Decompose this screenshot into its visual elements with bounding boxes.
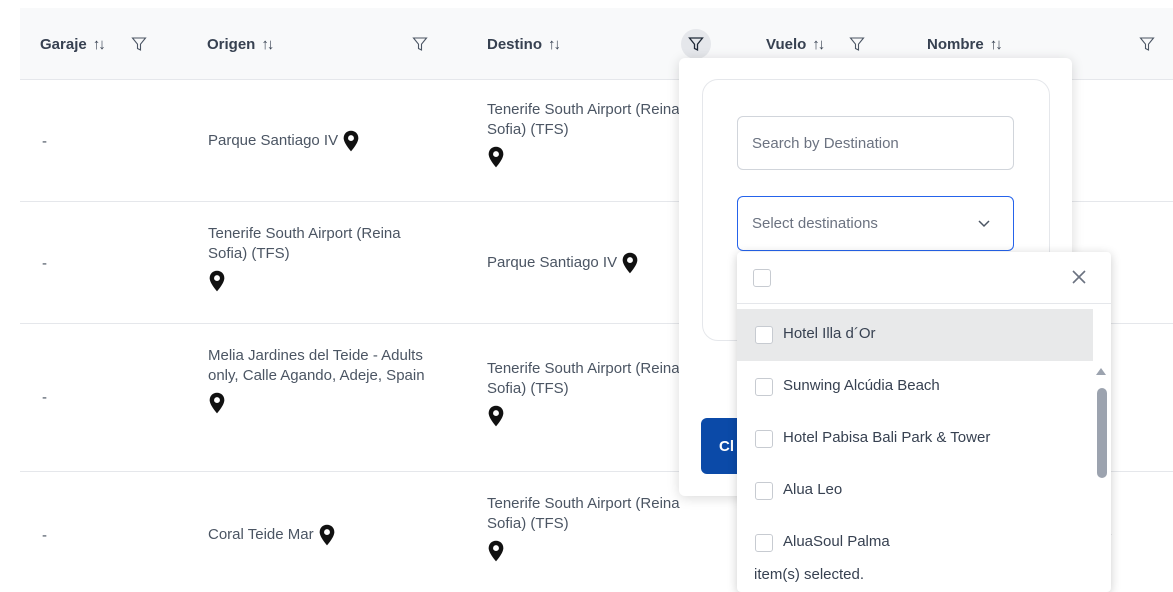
destinations-dropdown-panel: Hotel Illa d´Or Sunwing Alcúdia Beach Ho… (737, 252, 1111, 592)
map-pin-icon[interactable] (487, 540, 505, 562)
dropdown-option[interactable]: Alua Leo (737, 465, 1093, 517)
column-header-garaje[interactable]: Garaje ↑↓ (40, 8, 106, 80)
cell-destino: Tenerife South Airport (Reina Sofia) (TF… (487, 494, 687, 562)
option-label: Hotel Pabisa Bali Park & Tower (783, 429, 991, 446)
dropdown-option[interactable]: Hotel Illa d´Or (737, 309, 1093, 361)
column-header-origen[interactable]: Origen ↑↓ (207, 8, 274, 80)
destino-text: Tenerife South Airport (Reina Sofia) (TF… (487, 101, 680, 138)
scroll-up-arrow-icon[interactable] (1096, 368, 1106, 375)
cell-origen: Coral Teide Mar (208, 524, 428, 546)
select-all-checkbox[interactable] (753, 269, 771, 287)
filter-icon-garaje[interactable] (124, 29, 154, 59)
column-label-garaje: Garaje (40, 35, 87, 53)
option-checkbox[interactable] (755, 482, 773, 500)
column-label-origen: Origen (207, 35, 256, 53)
destino-text: Tenerife South Airport (Reina Sofia) (TF… (487, 495, 680, 532)
selection-count-text: item(s) selected. (754, 566, 865, 583)
map-pin-icon[interactable] (487, 146, 505, 168)
option-label: Alua Leo (783, 481, 843, 498)
option-label: Hotel Illa d´Or (783, 325, 876, 342)
map-pin-icon[interactable] (342, 130, 360, 152)
dropdown-scrollbar[interactable] (1093, 308, 1111, 592)
cell-destino: Parque Santiago IV (487, 252, 707, 274)
sort-icon[interactable]: ↑↓ (261, 36, 274, 53)
chevron-down-icon (977, 216, 991, 234)
column-header-destino[interactable]: Destino ↑↓ (487, 8, 561, 80)
map-pin-icon[interactable] (208, 270, 226, 292)
destination-search-input[interactable] (737, 116, 1014, 170)
option-checkbox[interactable] (755, 534, 773, 552)
sort-icon[interactable]: ↑↓ (812, 36, 825, 53)
multiselect-placeholder: Select destinations (752, 215, 878, 232)
origen-text: Parque Santiago IV (208, 131, 339, 149)
cell-origen: Parque Santiago IV (208, 130, 428, 152)
map-pin-icon[interactable] (208, 392, 226, 414)
cell-garaje: - (42, 133, 47, 150)
filter-icon-vuelo[interactable] (842, 29, 872, 59)
sort-icon[interactable]: ↑↓ (93, 36, 106, 53)
dropdown-option[interactable]: Sunwing Alcúdia Beach (737, 361, 1093, 413)
cell-origen: Tenerife South Airport (Reina Sofia) (TF… (208, 224, 408, 292)
filter-icon-nombre[interactable] (1132, 29, 1162, 59)
sort-icon[interactable]: ↑↓ (548, 36, 561, 53)
option-checkbox[interactable] (755, 326, 773, 344)
map-pin-icon[interactable] (318, 524, 336, 546)
destinations-multiselect[interactable]: Select destinations (737, 196, 1014, 251)
filter-icon-destino[interactable] (681, 29, 711, 59)
map-pin-icon[interactable] (621, 252, 639, 274)
cell-origen: Melia Jardines del Teide - Adults only, … (208, 346, 438, 414)
option-checkbox[interactable] (755, 378, 773, 396)
column-label-nombre: Nombre (927, 35, 984, 53)
dropdown-header (737, 252, 1111, 304)
origen-text: Tenerife South Airport (Reina Sofia) (TF… (208, 225, 401, 262)
cell-garaje: - (42, 255, 47, 272)
option-label: Sunwing Alcúdia Beach (783, 377, 940, 394)
dropdown-option[interactable]: Hotel Pabisa Bali Park & Tower (737, 413, 1093, 465)
cell-destino: Tenerife South Airport (Reina Sofia) (TF… (487, 359, 687, 427)
destino-text: Tenerife South Airport (Reina Sofia) (TF… (487, 360, 680, 397)
option-label: AluaSoul Palma (783, 533, 890, 550)
sort-icon[interactable]: ↑↓ (990, 36, 1003, 53)
cell-garaje: - (42, 389, 47, 406)
cell-garaje: - (42, 527, 47, 544)
filter-icon-origen[interactable] (405, 29, 435, 59)
destino-text: Parque Santiago IV (487, 253, 618, 271)
column-label-vuelo: Vuelo (766, 35, 807, 53)
option-checkbox[interactable] (755, 430, 773, 448)
scrollbar-thumb[interactable] (1097, 388, 1107, 478)
map-pin-icon[interactable] (487, 405, 505, 427)
cell-destino: Tenerife South Airport (Reina Sofia) (TF… (487, 100, 687, 168)
dropdown-option[interactable]: AluaSoul Palma (737, 517, 1093, 569)
origen-text: Coral Teide Mar (208, 525, 314, 543)
column-label-destino: Destino (487, 35, 543, 53)
close-icon[interactable] (1069, 267, 1089, 287)
origen-text: Melia Jardines del Teide - Adults only, … (208, 347, 425, 384)
